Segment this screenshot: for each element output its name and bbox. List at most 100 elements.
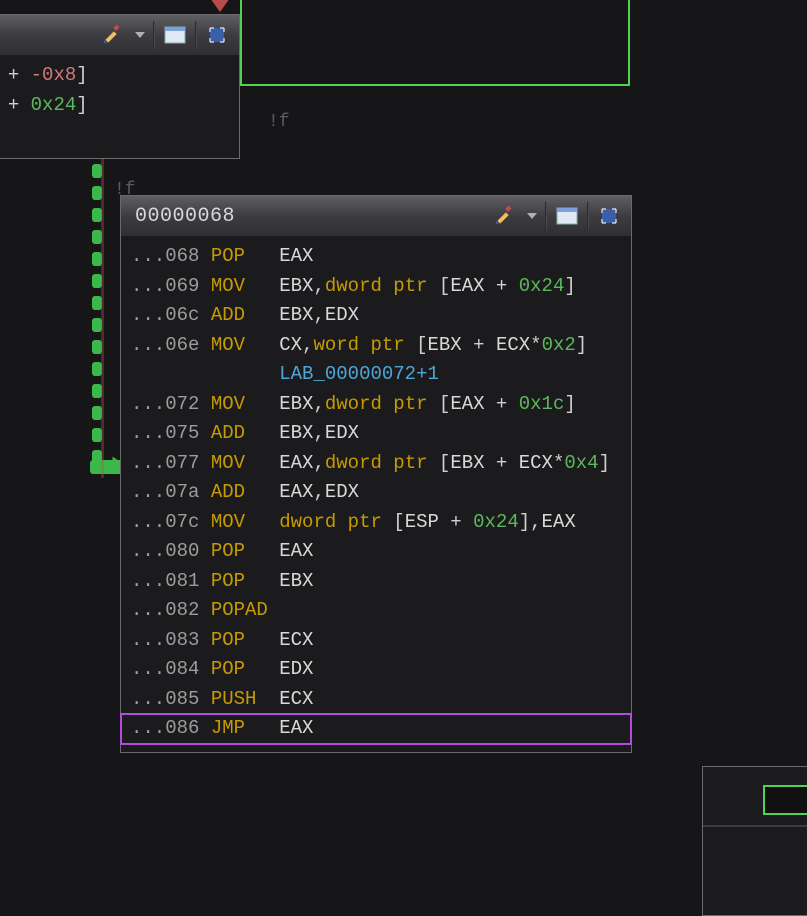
code-row-selected[interactable]: ...086 JMP EAX (121, 714, 631, 744)
block-body[interactable]: ...068 POP EAX...069 MOV EBX,dword ptr [… (121, 236, 631, 752)
token-punct: ] (599, 452, 610, 474)
token-mn: dword ptr (279, 511, 393, 533)
chevron-down-icon[interactable] (133, 21, 147, 49)
token-neghex: -0x8 (31, 64, 77, 86)
token-hex: 0x4 (564, 452, 598, 474)
code-row[interactable]: ...068 POP EAX (131, 242, 621, 272)
chevron-down-icon[interactable] (525, 202, 539, 230)
token-reg: ECX (279, 629, 313, 651)
block-address: 00000068 (135, 205, 491, 228)
code-row[interactable]: ...06c ADD EBX,EDX (131, 301, 621, 331)
code-row[interactable]: ...06e MOV CX,word ptr [EBX + ECX*0x2] (131, 331, 621, 361)
token-punct: + (439, 511, 473, 533)
code-row[interactable]: ...085 PUSH ECX (131, 685, 621, 715)
token-reg: ECX (519, 452, 553, 474)
code-block-main[interactable]: 00000068 ...068 POP EAX...069 MOV EBX,dw… (120, 195, 632, 753)
code-row[interactable]: ...07a ADD EAX,EDX (131, 478, 621, 508)
mnemonic: PUSH (211, 688, 279, 710)
overview-block-highlighted (763, 785, 807, 815)
token-mn: dword ptr (325, 393, 439, 415)
window-icon[interactable] (553, 202, 581, 230)
code-row[interactable]: ...075 ADD EBX,EDX (131, 419, 621, 449)
block-titlebar[interactable]: . (0, 15, 239, 55)
code-row[interactable]: ...082 POPAD (131, 596, 621, 626)
token-reg: EDX (325, 304, 359, 326)
code-row[interactable]: rd ptr [EBP + 0x24] (0, 91, 229, 121)
code-row[interactable]: 0004a (0, 120, 229, 150)
token-reg: EDX (325, 422, 359, 444)
overview-scrollbar[interactable] (703, 825, 807, 827)
address: ...07c (131, 511, 211, 533)
token-reg: ECX (279, 688, 313, 710)
code-row[interactable]: ...069 MOV EBX,dword ptr [EAX + 0x24] (131, 272, 621, 302)
mnemonic: POP (211, 658, 279, 680)
token-hex: 0x2 (542, 334, 576, 356)
token-punct: ] (576, 334, 587, 356)
address: ...07a (131, 481, 211, 503)
mnemonic: MOV (211, 393, 279, 415)
token-reg: EBX (279, 570, 313, 592)
fit-screen-icon[interactable] (595, 202, 623, 230)
token-punct: , (313, 452, 324, 474)
code-row[interactable]: ...084 POP EDX (131, 655, 621, 685)
token-punct: + (0, 64, 31, 86)
token-punct: ] (76, 64, 87, 86)
address: ...072 (131, 393, 211, 415)
code-row[interactable]: ...07c MOV dword ptr [ESP + 0x24],EAX (131, 508, 621, 538)
token-reg: EAX (279, 245, 313, 267)
token-punct: [ (416, 334, 427, 356)
address: ...081 (131, 570, 211, 592)
address: ...086 (131, 717, 211, 739)
token-reg: EBX (279, 422, 313, 444)
mnemonic: MOV (211, 275, 279, 297)
token-punct: + (485, 452, 519, 474)
token-reg: EBX (279, 275, 313, 297)
token-punct: , (530, 511, 541, 533)
token-punct: * (553, 452, 564, 474)
overview-panel[interactable] (702, 766, 807, 916)
address: ...080 (131, 540, 211, 562)
token-reg: ESP (405, 511, 439, 533)
code-row[interactable]: ...083 POP ECX (131, 626, 621, 656)
code-row[interactable]: ...077 MOV EAX,dword ptr [EBX + ECX*0x4] (131, 449, 621, 479)
token-reg: EDX (325, 481, 359, 503)
address: ...084 (131, 658, 211, 680)
code-row[interactable]: LAB_00000072+1 (131, 360, 621, 390)
toolbar-separator (195, 21, 197, 49)
code-block-top[interactable]: . rd ptr [EBP + -0x8]rd ptr [EBP + 0x24]… (0, 14, 240, 159)
token-hex: 0x1c (519, 393, 565, 415)
block-body[interactable]: rd ptr [EBP + -0x8]rd ptr [EBP + 0x24]00… (0, 55, 239, 158)
window-icon[interactable] (161, 21, 189, 49)
address: ...082 (131, 599, 211, 621)
mnemonic: POP (211, 245, 279, 267)
token-hex: 0x24 (473, 511, 519, 533)
mnemonic: ADD (211, 304, 279, 326)
edge-false (101, 158, 104, 478)
mnemonic: JMP (211, 717, 279, 739)
edit-pencil-icon[interactable] (99, 21, 127, 49)
fit-screen-icon[interactable] (203, 21, 231, 49)
token-punct: [ (439, 393, 450, 415)
token-punct: ] (519, 511, 530, 533)
mnemonic: POP (211, 540, 279, 562)
token-reg: EAX (279, 540, 313, 562)
block-titlebar[interactable]: 00000068 (121, 196, 631, 236)
token-label: LAB_00000072+1 (279, 363, 439, 385)
code-row[interactable]: ...080 POP EAX (131, 537, 621, 567)
token-reg: ECX (496, 334, 530, 356)
code-row[interactable]: ...072 MOV EBX,dword ptr [EAX + 0x1c] (131, 390, 621, 420)
toolbar-separator (153, 21, 155, 49)
token-reg: EAX (279, 452, 313, 474)
token-reg: EAX (279, 717, 313, 739)
token-punct: ] (76, 94, 87, 116)
address: ...085 (131, 688, 211, 710)
token-punct: , (313, 304, 324, 326)
mnemonic: POPAD (211, 599, 279, 621)
code-row[interactable]: ...081 POP EBX (131, 567, 621, 597)
edit-pencil-icon[interactable] (491, 202, 519, 230)
token-reg: EBX (279, 393, 313, 415)
code-row[interactable]: rd ptr [EBP + -0x8] (0, 61, 229, 91)
token-punct: ] (564, 275, 575, 297)
token-punct: + (485, 275, 519, 297)
token-reg: EAX (279, 481, 313, 503)
